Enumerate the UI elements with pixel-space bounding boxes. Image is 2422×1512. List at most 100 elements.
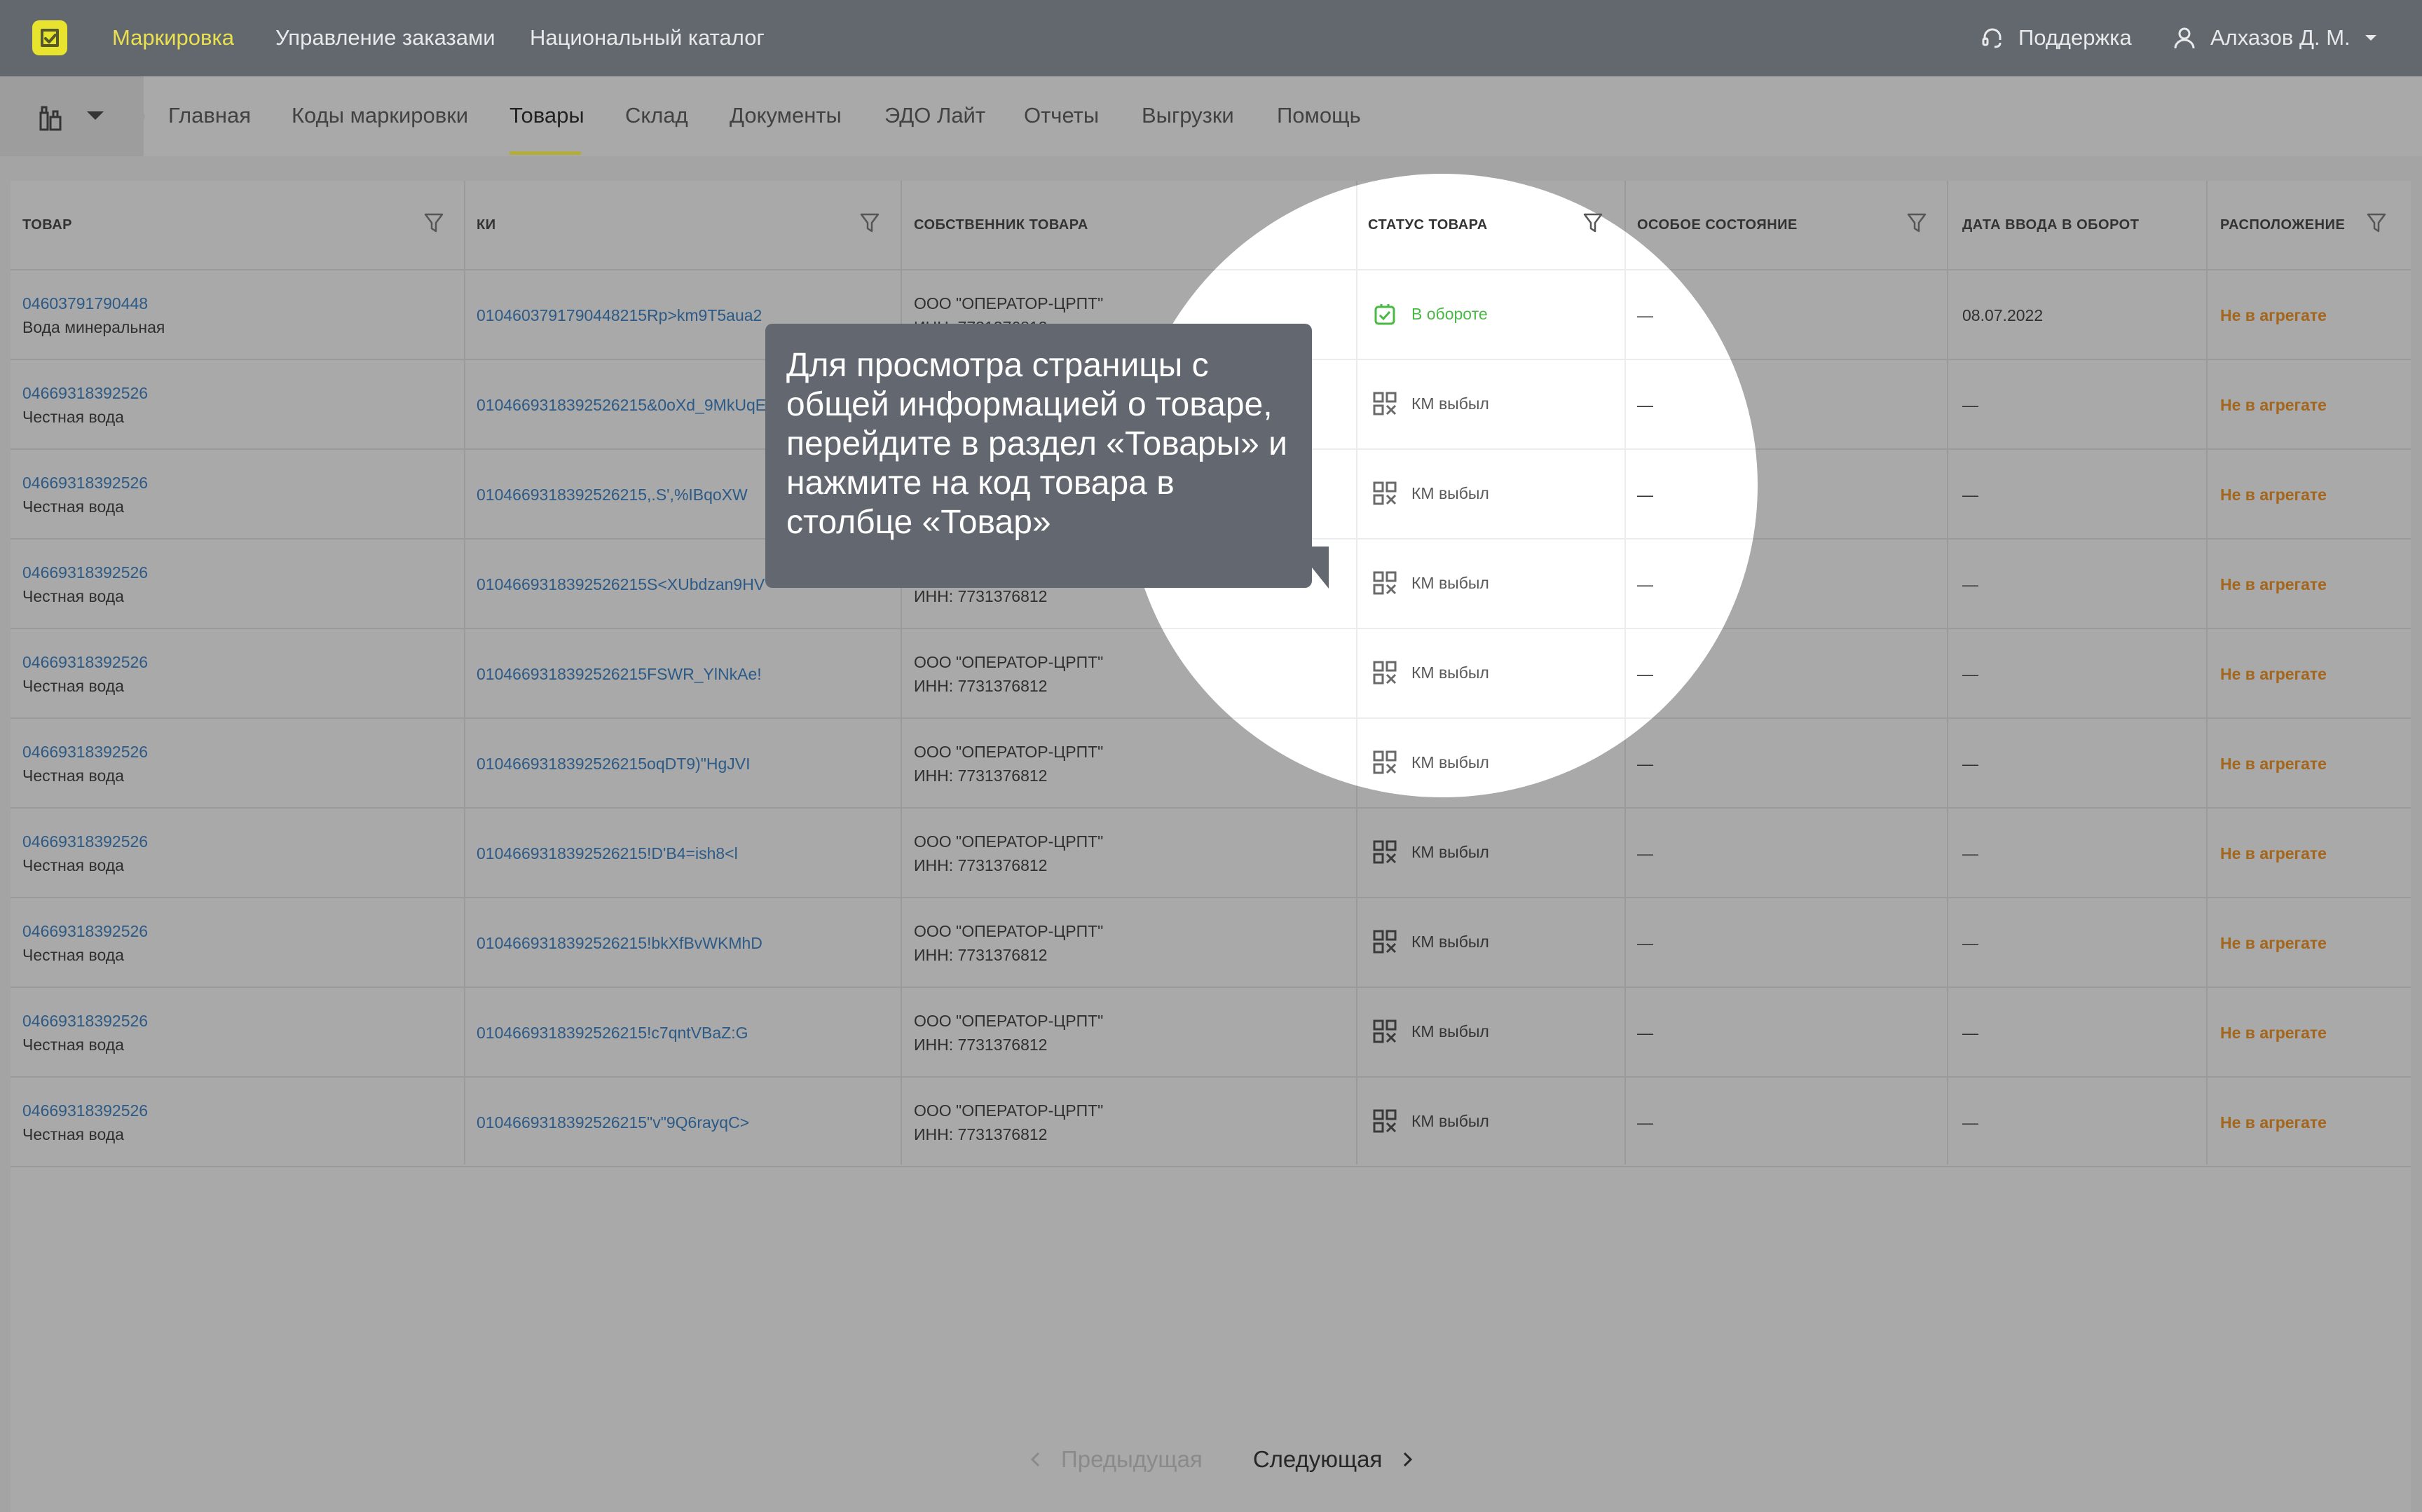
- product-code-link[interactable]: 04669318392526: [22, 561, 148, 584]
- status-label: КМ выбыл: [1411, 574, 1489, 592]
- ki-code-link[interactable]: 0104669318392526215oqDT9)"HgJVI: [477, 752, 751, 776]
- topnav-national-catalog[interactable]: Национальный каталог: [530, 24, 765, 52]
- column-header[interactable]: РАСПОЛОЖЕНИЕ: [2220, 217, 2345, 233]
- subnav-warehouse[interactable]: Склад: [625, 102, 688, 130]
- ki-code-link[interactable]: 0104669318392526215!c7qntVBaZ:G: [477, 1021, 748, 1045]
- special-state: —: [1637, 1113, 1653, 1132]
- subnav-help[interactable]: Помощь: [1277, 102, 1361, 130]
- subnav-exports[interactable]: Выгрузки: [1142, 102, 1234, 130]
- filter-icon[interactable]: [859, 212, 880, 234]
- circulation-date: —: [1962, 755, 1978, 773]
- status-label: КМ выбыл: [1411, 394, 1489, 413]
- subnav-documents[interactable]: Документы: [730, 102, 842, 130]
- ki-code-link[interactable]: 0104669318392526215"v"9Q6rayqC>: [477, 1111, 749, 1134]
- status-label: КМ выбыл: [1411, 933, 1489, 951]
- status-badge: В обороте: [1372, 301, 1488, 327]
- column-header[interactable]: СОБСТВЕННИК ТОВАРА: [914, 217, 1088, 233]
- product-code-link[interactable]: 04669318392526: [22, 830, 148, 853]
- ki-code-link[interactable]: 0104669318392526215S<XUbdzan9HV: [477, 572, 765, 596]
- subnav-reports[interactable]: Отчеты: [1024, 102, 1099, 130]
- qr-code-icon: [1373, 840, 1397, 864]
- circulation-date: —: [1962, 1113, 1978, 1132]
- circulation-date: —: [1962, 665, 1978, 683]
- ki-code-link[interactable]: 0104669318392526215!D'B4=ish8<l: [477, 841, 738, 865]
- owner-inn: ИНН: 7731376812: [914, 1036, 1048, 1054]
- subnav-edo-lite[interactable]: ЭДО Лайт: [884, 102, 985, 130]
- active-tab-indicator: [509, 151, 581, 155]
- column-header[interactable]: ТОВАР: [22, 217, 72, 233]
- product-name: Честная вода: [22, 946, 124, 964]
- status-badge: КМ выбыл: [1372, 750, 1489, 775]
- row-divider: [1127, 628, 1758, 629]
- topnav-order-management[interactable]: Управление заказами: [275, 24, 495, 52]
- column-header[interactable]: ОСОБОЕ СОСТОЯНИЕ: [1637, 217, 1758, 233]
- product-group-selector[interactable]: [0, 76, 144, 156]
- row-divider: [1127, 717, 1758, 719]
- product-code-link[interactable]: 04669318392526: [22, 1099, 148, 1122]
- owner-inn: ИНН: 7731376812: [914, 677, 1048, 695]
- status-label: КМ выбыл: [1411, 664, 1489, 682]
- row-divider: [11, 897, 2411, 898]
- next-page-button[interactable]: Следующая: [1253, 1446, 1414, 1473]
- ki-code-link[interactable]: 0104669318392526215,.S',%IBqoXW: [477, 483, 748, 507]
- ki-code-link[interactable]: 0104669318392526215&0oXd_9MkUqE: [477, 393, 766, 417]
- location-status: Не в агрегате: [2220, 755, 2327, 773]
- owner-name: ООО "ОПЕРАТОР-ЦРПТ": [914, 294, 1104, 312]
- status-label: КМ выбыл: [1411, 1112, 1489, 1130]
- product-code-link[interactable]: 04669318392526: [22, 919, 148, 943]
- circulation-date: —: [1962, 934, 1978, 952]
- product-name: Честная вода: [22, 408, 124, 426]
- filter-icon[interactable]: [2366, 212, 2387, 234]
- subnav-products[interactable]: Товары: [509, 102, 584, 130]
- owner-inn: ИНН: 7731376812: [914, 856, 1048, 874]
- circulation-date: —: [1962, 575, 1978, 593]
- owner-name: ООО "ОПЕРАТОР-ЦРПТ": [914, 653, 1104, 671]
- ki-code-link[interactable]: 0104669318392526215FSWR_YlNkAe!: [477, 662, 762, 686]
- chevron-left-icon: [1030, 1452, 1040, 1467]
- filter-icon[interactable]: [1906, 212, 1927, 234]
- user-name: Алхазов Д. М.: [2210, 25, 2351, 50]
- status-badge: КМ выбыл: [1372, 391, 1489, 416]
- product-code-link[interactable]: 04669318392526: [22, 740, 148, 764]
- ki-code-link[interactable]: 0104669318392526215!bkXfBvWKMhD: [477, 931, 762, 955]
- previous-label: Предыдущая: [1061, 1446, 1203, 1472]
- column-header[interactable]: ДАТА ВВОДА В ОБОРОТ: [1962, 217, 2139, 233]
- product-name: Честная вода: [22, 856, 124, 874]
- row-divider: [11, 1076, 2411, 1078]
- location-status: Не в агрегате: [2220, 1113, 2327, 1132]
- product-code-link[interactable]: 04669318392526: [22, 650, 148, 674]
- headset-icon: [1982, 28, 2002, 48]
- filter-icon[interactable]: [423, 212, 444, 234]
- column-divider: [1356, 181, 1357, 797]
- column-header[interactable]: КИ: [477, 217, 496, 233]
- user-menu[interactable]: Алхазов Д. М.: [2173, 21, 2377, 55]
- caret-down-icon: [2365, 35, 2376, 41]
- support-link[interactable]: Поддержка: [1980, 21, 2132, 55]
- owner-name: ООО "ОПЕРАТОР-ЦРПТ": [914, 832, 1104, 851]
- owner-name: ООО "ОПЕРАТОР-ЦРПТ": [914, 922, 1104, 940]
- qr-code-icon: [1373, 571, 1397, 595]
- filter-icon[interactable]: [1582, 212, 1603, 234]
- special-state: —: [1637, 1024, 1653, 1042]
- subnav-home[interactable]: Главная: [168, 102, 251, 130]
- hint-text: Для просмотра страницы с общей информаци…: [786, 347, 1287, 541]
- column-divider: [464, 181, 465, 1164]
- location-status: Не в агрегате: [2220, 306, 2327, 324]
- previous-page-button[interactable]: Предыдущая: [1030, 1446, 1203, 1473]
- product-code-link[interactable]: 04669318392526: [22, 471, 148, 495]
- selector-arrow: [130, 76, 145, 156]
- special-state: —: [1637, 575, 1653, 593]
- product-name: Честная вода: [22, 497, 124, 516]
- location-status: Не в агрегате: [2220, 575, 2327, 593]
- app-logo[interactable]: [32, 20, 67, 55]
- column-header[interactable]: СТАТУС ТОВАРА: [1368, 217, 1488, 233]
- subnav-marking-codes[interactable]: Коды маркировки: [292, 102, 468, 130]
- topnav-marking[interactable]: Маркировка: [112, 24, 234, 52]
- circulation-date: —: [1962, 486, 1978, 504]
- product-code-link[interactable]: 04669318392526: [22, 1009, 148, 1033]
- product-code-link[interactable]: 04669318392526: [22, 381, 148, 405]
- ki-code-link[interactable]: 0104603791790448215Rp>km9T5aua2: [477, 303, 762, 327]
- special-state: —: [1637, 306, 1653, 324]
- special-state: —: [1637, 486, 1653, 504]
- product-code-link[interactable]: 04603791790448: [22, 291, 148, 315]
